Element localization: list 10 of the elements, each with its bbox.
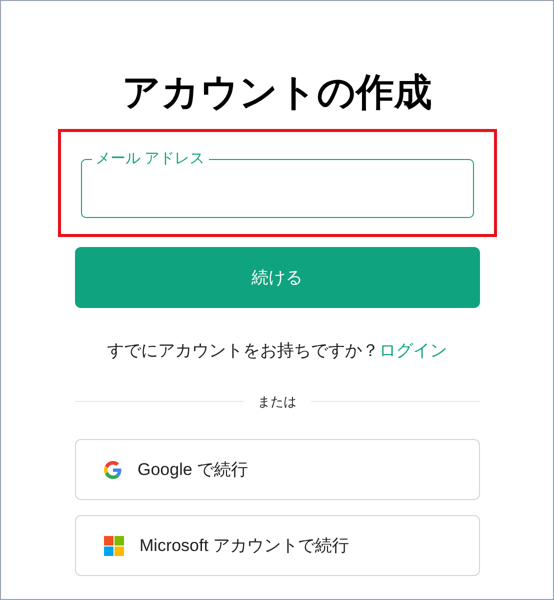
divider-label: または	[258, 392, 296, 410]
microsoft-logo-icon	[104, 536, 124, 556]
login-prompt: すでにアカウントをお持ちですか？ログイン	[107, 340, 447, 362]
page-title: アカウントの作成	[122, 71, 432, 116]
social-login-button[interactable]: Microsoft アカウントで続行	[74, 515, 480, 576]
field-label: メール アドレス	[94, 149, 206, 169]
continue-button[interactable]: 続ける	[74, 247, 480, 308]
social-login-button[interactable]: Google で続行	[74, 439, 480, 500]
login-link[interactable]: ログイン	[379, 341, 447, 360]
google-logo-icon	[104, 460, 122, 478]
